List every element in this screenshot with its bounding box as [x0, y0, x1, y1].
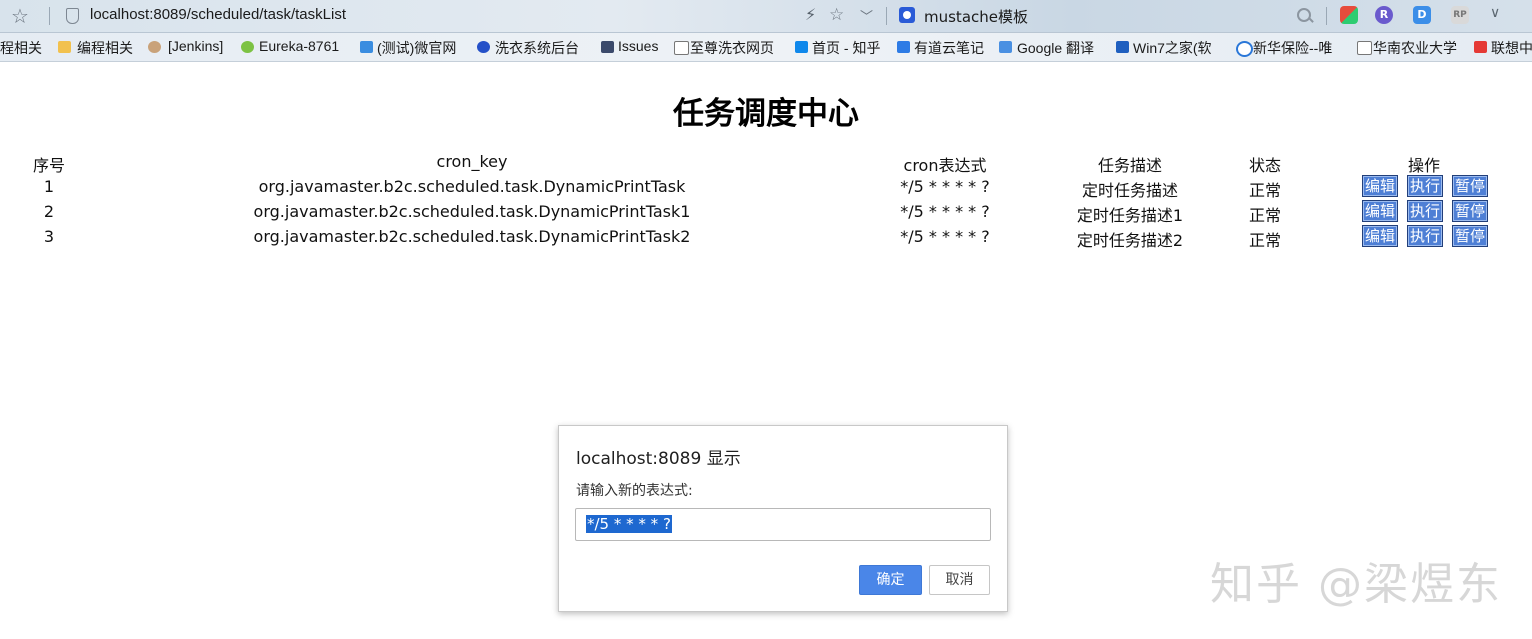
header-index: 序号	[32, 156, 65, 175]
row-index: 3	[43, 227, 55, 246]
pause-button[interactable]: 暂停	[1452, 200, 1489, 222]
youdao-icon	[897, 41, 910, 53]
cancel-button[interactable]: 取消	[929, 565, 990, 595]
header-cron-expression: cron表达式	[903, 156, 987, 175]
row-status: 正常	[1248, 231, 1281, 250]
page-icon	[674, 41, 689, 55]
pause-button[interactable]: 暂停	[1452, 225, 1489, 247]
favorite-star-icon[interactable]: ☆	[829, 5, 844, 25]
bookmark-star-icon[interactable]: ☆	[11, 4, 29, 28]
bookmark-item[interactable]: 华南农业大学	[1373, 38, 1457, 58]
edit-button[interactable]: 编辑	[1362, 175, 1399, 197]
bookmark-item[interactable]: 至尊洗衣网页	[690, 38, 774, 58]
bookmark-item[interactable]: Win7之家(软	[1133, 38, 1212, 58]
shield-icon[interactable]	[66, 8, 79, 24]
run-button[interactable]: 执行	[1407, 225, 1444, 247]
bookmark-item[interactable]: 洗衣系统后台	[495, 38, 579, 58]
dialog-message: 请输入新的表达式:	[576, 483, 693, 499]
header-status: 状态	[1248, 156, 1281, 175]
bookmark-item[interactable]: [Jenkins]	[168, 38, 223, 54]
row-cron-expression: */5 * * * * ?	[900, 227, 990, 246]
menu-chevron-icon[interactable]: ∨	[1490, 5, 1500, 21]
row-status: 正常	[1248, 206, 1281, 225]
grid-extension-icon[interactable]	[1340, 6, 1358, 24]
bookmark-item[interactable]: 编程相关	[77, 38, 133, 58]
baidu-paw-icon[interactable]	[899, 7, 915, 23]
moon-icon	[477, 41, 490, 53]
jenkins-icon	[148, 41, 161, 53]
cron-expression-input[interactable]: */5 * * * * ?	[575, 508, 991, 541]
header-actions: 操作	[1407, 156, 1440, 175]
folder-icon	[58, 41, 71, 53]
row-cron-key: org.javamaster.b2c.scheduled.task.Dynami…	[253, 227, 691, 246]
bookmark-item[interactable]: Issues	[618, 38, 658, 54]
r-extension-icon[interactable]: R	[1375, 6, 1393, 24]
bookmark-item[interactable]: Eureka-8761	[259, 38, 339, 54]
header-description: 任务描述	[1097, 156, 1162, 175]
run-button[interactable]: 执行	[1407, 200, 1444, 222]
lenovo-icon	[1474, 41, 1487, 53]
page-title: 任务调度中心	[673, 96, 859, 132]
dialog-title: localhost:8089 显示	[576, 449, 741, 469]
bookmark-item[interactable]: Google 翻译	[1017, 38, 1094, 58]
divider	[49, 7, 50, 25]
divider	[886, 7, 887, 25]
page-icon	[1357, 41, 1372, 55]
bookmark-item[interactable]: 首页 - 知乎	[812, 38, 880, 58]
google-translate-icon	[999, 41, 1012, 53]
xinhua-icon	[1236, 41, 1253, 57]
leaf-icon	[241, 41, 254, 53]
row-cron-key: org.javamaster.b2c.scheduled.task.Dynami…	[253, 202, 691, 221]
bookmarks-bar: 程相关 编程相关 [Jenkins] Eureka-8761 (测试)微官网 洗…	[0, 33, 1532, 62]
win7-icon	[1116, 41, 1129, 53]
prompt-dialog: localhost:8089 显示 请输入新的表达式: */5 * * * * …	[558, 425, 1008, 612]
row-status: 正常	[1248, 181, 1281, 200]
zhihu-icon	[795, 41, 808, 53]
ok-button[interactable]: 确定	[859, 565, 922, 595]
rp-extension-icon[interactable]: RP	[1451, 6, 1469, 24]
issues-icon	[601, 41, 614, 53]
row-description: 定时任务描述	[1081, 181, 1178, 200]
bookmark-item[interactable]: 联想中	[1491, 38, 1532, 58]
row-cron-expression: */5 * * * * ?	[900, 177, 990, 196]
edit-button[interactable]: 编辑	[1362, 225, 1399, 247]
input-selected-text: */5 * * * * ?	[586, 515, 672, 533]
bookmark-item[interactable]: 有道云笔记	[914, 38, 984, 58]
pause-button[interactable]: 暂停	[1452, 175, 1489, 197]
row-index: 2	[43, 202, 55, 221]
run-button[interactable]: 执行	[1407, 175, 1444, 197]
address-bar: ☆ localhost:8089/scheduled/task/taskList…	[0, 0, 1532, 33]
d-extension-icon[interactable]: D	[1413, 6, 1431, 24]
watermark: 知乎 @梁煜东	[1210, 559, 1502, 610]
bookmark-item[interactable]: 程相关	[0, 38, 42, 58]
search-icon[interactable]	[1297, 8, 1311, 22]
row-cron-expression: */5 * * * * ?	[900, 202, 990, 221]
row-index: 1	[43, 177, 55, 196]
url-field[interactable]: localhost:8089/scheduled/task/taskList	[90, 6, 346, 23]
divider	[1326, 7, 1327, 25]
bookmark-favicon	[360, 41, 373, 53]
chevron-down-icon[interactable]: ﹀	[860, 6, 873, 25]
extension-title[interactable]: mustache模板	[924, 6, 1028, 27]
bookmark-item[interactable]: (测试)微官网	[377, 38, 456, 58]
bookmark-item[interactable]: 新华保险--唯	[1253, 38, 1332, 58]
row-description: 定时任务描述1	[1076, 206, 1184, 225]
edit-button[interactable]: 编辑	[1362, 200, 1399, 222]
row-description: 定时任务描述2	[1076, 231, 1184, 250]
lightning-icon[interactable]: ⚡	[805, 5, 816, 24]
header-cron-key: cron_key	[436, 152, 508, 171]
row-cron-key: org.javamaster.b2c.scheduled.task.Dynami…	[258, 177, 686, 196]
